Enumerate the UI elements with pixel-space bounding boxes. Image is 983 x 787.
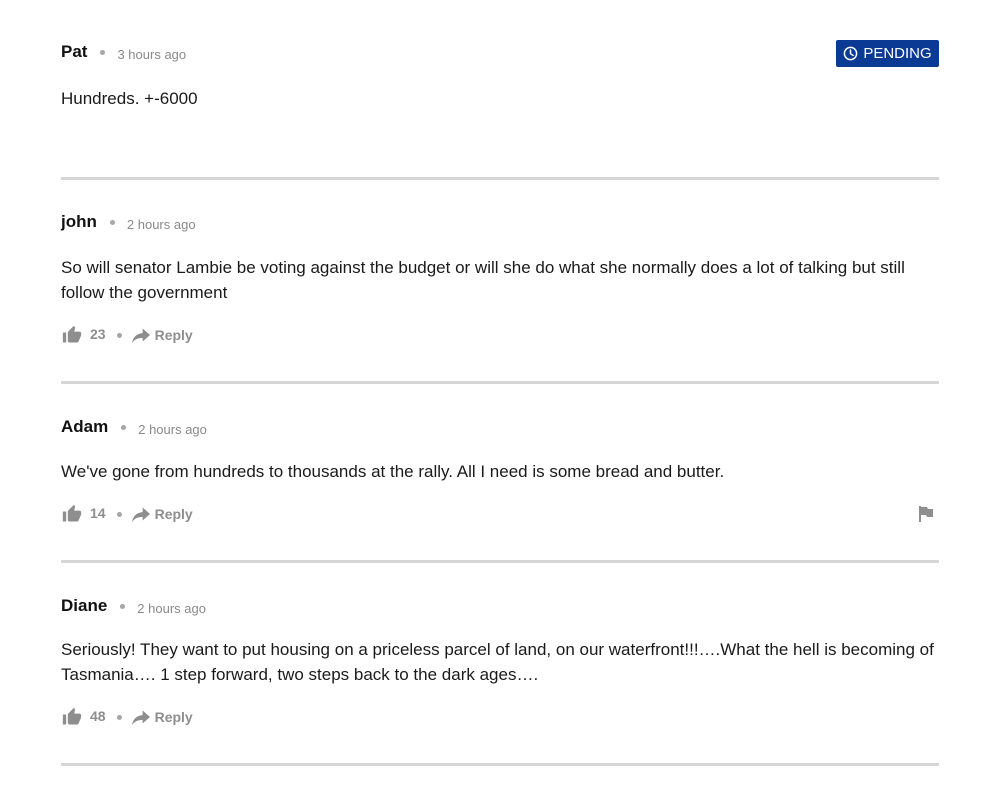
comment-author[interactable]: Pat <box>61 42 87 62</box>
like-count: 48 <box>90 708 106 724</box>
comment-header: Adam 2 hours ago <box>61 415 207 439</box>
comment-divider <box>61 763 939 766</box>
comment-author[interactable]: Diane <box>61 596 107 616</box>
reply-arrow-icon <box>131 328 150 344</box>
reply-label: Reply <box>154 506 193 522</box>
separator-dot <box>109 219 115 225</box>
comment-actions: 48 Reply <box>61 706 193 728</box>
like-count: 14 <box>90 505 106 521</box>
reply-button[interactable]: Reply <box>131 326 193 344</box>
comment-body: So will senator Lambie be voting against… <box>61 258 905 302</box>
comment-timestamp: 3 hours ago <box>117 46 187 62</box>
separator-dot <box>116 511 122 517</box>
comment-header: john 2 hours ago <box>61 210 196 234</box>
comment-body: Hundreds. +-6000 <box>61 89 198 108</box>
thumbs-up-icon[interactable] <box>62 504 82 524</box>
comment-timestamp: 2 hours ago <box>138 421 207 437</box>
comment-timestamp: 2 hours ago <box>126 216 196 232</box>
reply-label: Reply <box>154 327 193 343</box>
thumbs-up-icon[interactable] <box>62 325 82 345</box>
comment-actions: 14 Reply <box>61 503 193 525</box>
comment-actions: 23 Reply <box>61 324 193 346</box>
clock-icon <box>843 46 858 61</box>
pending-status-badge: PENDING <box>836 40 939 67</box>
reply-label: Reply <box>154 709 193 725</box>
reply-button[interactable]: Reply <box>131 708 193 726</box>
separator-dot <box>121 424 127 430</box>
reply-arrow-icon <box>131 507 150 523</box>
reply-button[interactable]: Reply <box>131 505 193 523</box>
comment-body: Seriously! They want to put housing on a… <box>61 640 934 684</box>
like-count: 23 <box>90 326 106 342</box>
flag-icon[interactable] <box>917 505 935 523</box>
separator-dot <box>120 603 126 609</box>
comment-author[interactable]: Adam <box>61 417 108 437</box>
comment-divider <box>61 177 939 180</box>
thumbs-up-icon[interactable] <box>62 707 82 727</box>
pending-status-label: PENDING <box>863 45 932 62</box>
comment-item: Diane 2 hours ago Seriously! They want t… <box>61 594 939 734</box>
comment-timestamp: 2 hours ago <box>137 600 206 616</box>
comment-body: We've gone from hundreds to thousands at… <box>61 462 725 481</box>
separator-dot <box>100 49 106 55</box>
comment-item: Pat 3 hours ago Hundreds. +-6000 <box>61 40 939 108</box>
comment-item: Adam 2 hours ago We've gone from hundred… <box>61 415 939 530</box>
separator-dot <box>116 714 122 720</box>
separator-dot <box>116 332 122 338</box>
comment-divider <box>61 381 939 384</box>
comment-item: john 2 hours ago So will senator Lambie … <box>61 210 939 350</box>
comment-author[interactable]: john <box>61 212 97 232</box>
reply-arrow-icon <box>131 710 150 726</box>
comment-header: Pat 3 hours ago <box>61 40 186 64</box>
comment-header: Diane 2 hours ago <box>61 594 206 618</box>
comment-divider <box>61 560 939 563</box>
